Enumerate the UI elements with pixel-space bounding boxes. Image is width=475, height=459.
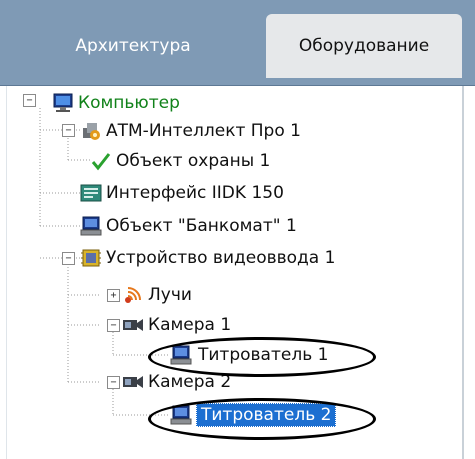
tree-item-security-object[interactable]: Объект охраны 1	[90, 148, 270, 174]
panel-right-border	[462, 86, 464, 459]
tree-item-label: Интерфейс IIDK 150	[106, 183, 284, 203]
rays-signal-icon	[125, 287, 141, 303]
tree-item-rays[interactable]: Лучи	[122, 282, 192, 308]
tree-item-titler1[interactable]: Титрователь 1	[170, 342, 328, 368]
tab-equipment[interactable]: Оборудование	[266, 14, 462, 78]
tree-item-label: АТМ-Интеллект Про 1	[106, 121, 301, 141]
tree-item-titler2[interactable]: Титрователь 2	[170, 402, 337, 428]
camera-icon	[123, 319, 143, 331]
tree-item-label: Объект охраны 1	[116, 151, 271, 171]
camera2-expander[interactable]: −	[107, 376, 120, 389]
tree-item-video-input[interactable]: Устройство видеоввода 1	[80, 245, 335, 271]
tree-item-label-selected: Титрователь 2	[196, 403, 337, 427]
tab-equipment-label: Оборудование	[298, 36, 430, 56]
computer-expander[interactable]: −	[23, 94, 36, 107]
tree-item-label: Устройство видеоввода 1	[106, 248, 336, 268]
titler-terminal-icon	[170, 405, 192, 425]
titler-terminal-icon	[170, 345, 192, 365]
tree-item-iidk-interface[interactable]: Интерфейс IIDK 150	[80, 180, 284, 206]
video-input-device-icon	[81, 249, 101, 267]
tab-bar: Архитектура Оборудование	[0, 0, 475, 86]
tree-item-computer[interactable]: Компьютер	[52, 90, 180, 116]
tree-item-atm-intellect[interactable]: АТМ-Интеллект Про 1	[80, 118, 301, 144]
tree-item-label: Камера 1	[148, 315, 232, 335]
video-input-expander[interactable]: −	[62, 252, 75, 265]
tree-item-camera1[interactable]: Камера 1	[122, 312, 231, 338]
interface-icon	[80, 184, 102, 202]
rays-expander[interactable]: +	[107, 289, 120, 302]
computer-monitor-icon	[53, 93, 73, 112]
tree-item-camera2[interactable]: Камера 2	[122, 369, 231, 395]
checkmark-icon	[91, 153, 111, 171]
camera1-expander[interactable]: −	[107, 319, 120, 332]
tab-architecture-label: Архитектура	[75, 36, 191, 56]
server-group-icon	[83, 123, 100, 140]
tab-architecture[interactable]: Архитектура	[0, 14, 266, 78]
panel-left-border	[6, 86, 7, 459]
atm-intellect-expander[interactable]: −	[62, 124, 75, 137]
tree-item-label: Объект "Банкомат" 1	[106, 216, 297, 236]
tree-item-label: Компьютер	[78, 93, 180, 113]
tree-item-label: Лучи	[148, 285, 192, 305]
camera-icon	[123, 376, 143, 388]
tree-item-label: Камера 2	[148, 372, 232, 392]
terminal-icon	[80, 216, 102, 236]
tree-item-label: Титрователь 1	[198, 345, 329, 365]
tree-item-atm-object[interactable]: Объект "Банкомат" 1	[80, 213, 297, 239]
